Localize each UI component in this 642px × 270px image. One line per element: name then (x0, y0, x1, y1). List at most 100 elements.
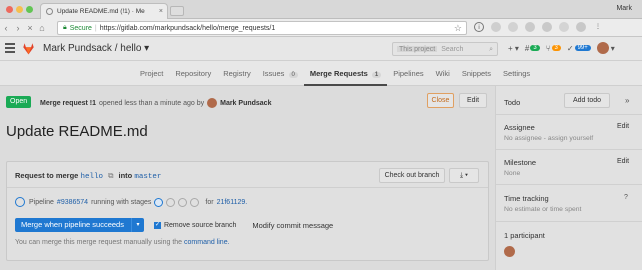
stage-running-icon[interactable] (154, 197, 164, 207)
tab-close-icon[interactable]: × (159, 8, 163, 15)
milestone-value: None (504, 170, 521, 177)
back-arrow-icon[interactable]: ‹ (0, 23, 12, 33)
browser-titlebar: Update README.md (!1) · Me × Mark (0, 0, 642, 19)
remove-source-branch-checkbox[interactable]: ✓ (153, 221, 161, 229)
home-icon[interactable]: ⌂ (36, 23, 48, 33)
todo-count: 99+ (574, 45, 591, 51)
modify-commit-message-button[interactable]: Modify commit message (252, 221, 333, 230)
mr-opened-text: opened less than a minute ago by (99, 99, 205, 107)
add-todo-button[interactable]: Add todo (564, 93, 610, 108)
search-scope: This project (397, 46, 438, 53)
right-sidebar: Todo Add todo » Assignee Edit No assigne… (495, 86, 642, 270)
minimize-window-button[interactable] (16, 6, 23, 13)
extension-icon[interactable] (576, 22, 586, 32)
loading-icon (46, 8, 53, 15)
copy-icon[interactable]: ⧉ (108, 171, 113, 180)
assignee-value[interactable]: No assignee - assign yourself (504, 135, 593, 142)
participants-label: 1 participant (504, 231, 545, 240)
issues-count: 3 (530, 45, 540, 51)
nav-issues[interactable]: Issues 0 (257, 61, 304, 86)
source-branch[interactable]: hello (80, 173, 103, 181)
hamburger-menu-icon[interactable] (5, 43, 15, 54)
maximize-window-button[interactable] (26, 6, 33, 13)
assignee-edit-link[interactable]: Edit (617, 123, 629, 130)
nav-registry[interactable]: Registry (217, 61, 257, 86)
nav-snippets[interactable]: Snippets (456, 61, 497, 86)
edit-mr-button[interactable]: Edit (459, 93, 487, 108)
download-dropdown-button[interactable]: ⤓ ▾ (449, 168, 479, 183)
nav-repository[interactable]: Repository (169, 61, 217, 86)
gitlab-logo-icon[interactable] (22, 42, 35, 55)
merge-row: Merge when pipeline succeeds ▾ ✓ Remove … (15, 218, 333, 232)
status-badge: Open (6, 96, 32, 108)
browser-tab[interactable]: Update README.md (!1) · Me × (40, 3, 168, 19)
gitlab-header: Mark Pundsack / hello ▾ This project Sea… (0, 37, 642, 61)
extension-icon[interactable] (491, 22, 501, 32)
request-label: Request to merge (15, 171, 79, 180)
extension-icon[interactable] (542, 22, 552, 32)
mr-widget: Request to merge hello ⧉ into master Che… (6, 161, 489, 261)
command-line-link[interactable]: command line. (184, 239, 230, 246)
user-menu[interactable]: ▾ (596, 42, 615, 54)
url-text: https://gitlab.com/markpundsack/hello/me… (99, 24, 276, 32)
chevron-down-icon[interactable]: ▾ (130, 218, 144, 232)
forward-arrow-icon[interactable]: › (12, 23, 24, 33)
close-mr-button[interactable]: Close (427, 93, 454, 108)
nav-settings[interactable]: Settings (497, 61, 536, 86)
nav-merge-requests[interactable]: Merge Requests 1 (303, 61, 388, 86)
milestone-edit-link[interactable]: Edit (617, 158, 629, 165)
issues-button[interactable]: # 3 (525, 44, 540, 53)
merge-when-pipeline-succeeds-button[interactable]: Merge when pipeline succeeds ▾ (15, 218, 144, 232)
stop-icon[interactable]: × (24, 23, 36, 33)
help-icon[interactable]: ? (624, 194, 628, 201)
pipeline-link[interactable]: #9386574 (57, 199, 88, 206)
project-title[interactable]: Mark Pundsack / hello ▾ (43, 43, 149, 54)
extension-icon[interactable] (559, 22, 569, 32)
nav-project[interactable]: Project (134, 61, 169, 86)
menu-dots-icon[interactable]: ⋮ (593, 22, 603, 32)
todo-check-icon: ✓ (566, 43, 574, 53)
mr-author[interactable]: Mark Pundsack (220, 100, 271, 107)
request-to-merge: Request to merge hello ⧉ into master (15, 171, 161, 181)
bookmark-star-icon[interactable]: ☆ (454, 23, 462, 34)
stage-pending-icon[interactable] (166, 197, 176, 207)
avatar (207, 98, 218, 108)
time-tracking-value: No estimate or time spent (504, 206, 582, 213)
commit-sha-link[interactable]: 21f61129. (217, 199, 248, 206)
search-input[interactable]: This project Search ⌕ (392, 42, 498, 56)
into-label: into (118, 171, 133, 180)
stage-pending-icon[interactable] (190, 197, 200, 207)
extension-icon[interactable] (525, 22, 535, 32)
stage-pending-icon[interactable] (178, 197, 188, 207)
nav-pipelines[interactable]: Pipelines (387, 61, 429, 86)
tab-title: Update README.md (!1) · Me (57, 8, 145, 15)
milestone-label: Milestone (504, 158, 537, 167)
issues-icon: # (524, 43, 530, 53)
manual-merge-note: You can merge this merge request manuall… (15, 239, 230, 246)
merge-requests-button[interactable]: ⑂ 3 (546, 44, 561, 53)
page-title: Update README.md (6, 123, 148, 140)
info-icon[interactable]: i (474, 22, 484, 32)
remove-source-branch-label[interactable]: Remove source branch (164, 222, 236, 229)
address-bar[interactable]: 🔒︎ Secure | https://gitlab.com/markpunds… (57, 21, 467, 35)
divider (496, 221, 642, 222)
assignee-label: Assignee (504, 123, 535, 132)
new-tab-button[interactable] (170, 6, 184, 16)
new-dropdown-button[interactable]: + ▾ (508, 44, 519, 53)
collapse-sidebar-icon[interactable]: » (625, 96, 629, 105)
pipeline-running-icon[interactable] (15, 197, 25, 207)
search-icon: ⌕ (489, 46, 493, 53)
close-window-button[interactable] (6, 6, 13, 13)
extension-icons: i ⋮ (474, 22, 603, 32)
for-label: for (205, 198, 214, 206)
nav-wiki[interactable]: Wiki (430, 61, 456, 86)
checkout-branch-button[interactable]: Check out branch (379, 168, 445, 183)
browser-profile-name[interactable]: Mark (616, 5, 632, 12)
target-branch[interactable]: master (134, 173, 161, 181)
widget-header: Request to merge hello ⧉ into master Che… (7, 162, 488, 188)
extension-icon[interactable] (508, 22, 518, 32)
avatar[interactable] (504, 246, 515, 257)
chevron-down-icon: ▾ (610, 43, 615, 53)
todos-button[interactable]: ✓ 99+ (567, 44, 591, 53)
nav-issues-label: Issues (262, 69, 285, 78)
